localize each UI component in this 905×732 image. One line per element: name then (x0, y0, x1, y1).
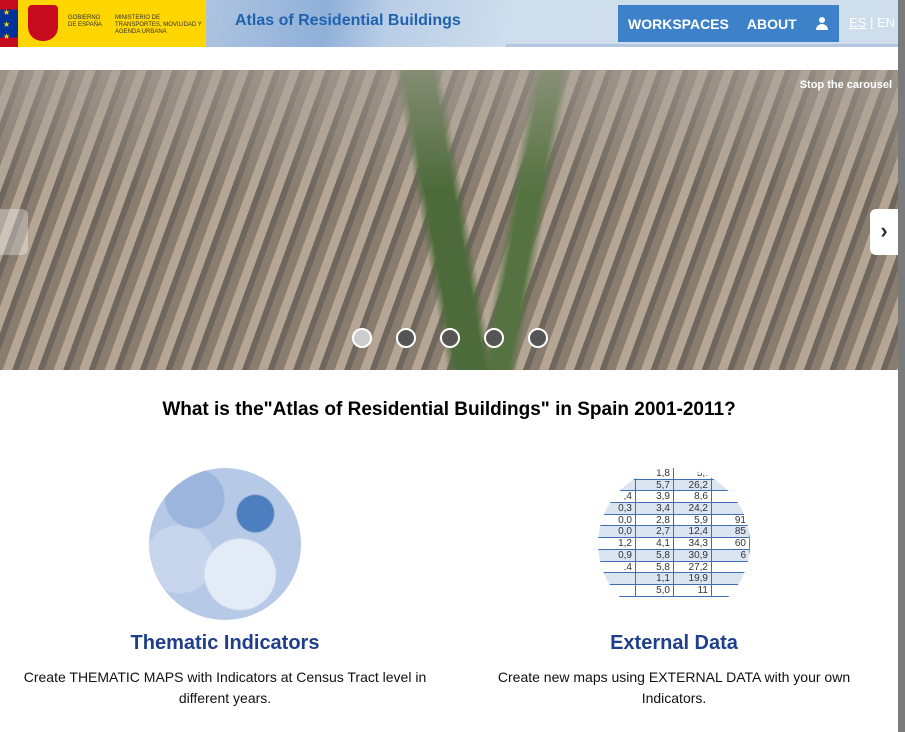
table-cell: ,4 (598, 491, 636, 502)
gov-text: GOBIERNO DE ESPAÑA (68, 15, 102, 28)
table-cell (712, 561, 750, 573)
table-cell: 91 (712, 514, 750, 526)
table-row: 1,8 5,. (598, 468, 750, 480)
lang-separator: | (869, 15, 874, 30)
carousel: Stop the carousel › (0, 70, 898, 370)
table-cell: 0,9 (598, 549, 636, 561)
table-cell: 27,2 (674, 561, 712, 573)
table-cell: 30,9 (674, 549, 712, 561)
stop-carousel-link[interactable]: Stop the carousel (800, 79, 892, 91)
table-cell: 0,3 (598, 503, 636, 514)
table-row: 5,7 26,2 (598, 479, 750, 492)
nav-workspaces[interactable]: WORKSPACES (628, 16, 729, 32)
table-cell (598, 573, 636, 584)
table-cell (712, 584, 750, 596)
table-row: 0,3 3,4 24,2 7 (598, 503, 750, 515)
table-cell: 4,1 (636, 538, 674, 549)
table-cell: 0,0 (598, 526, 636, 537)
table-row: 0,0 2,7 12,4 85 (598, 526, 750, 539)
card-thematic-indicators[interactable]: Thematic Indicators Create THEMATIC MAPS… (0, 468, 450, 709)
card-description: Create THEMATIC MAPS with Indicators at … (23, 669, 427, 706)
table-cell: 5,8 (636, 549, 674, 561)
coat-of-arms-icon (28, 5, 58, 41)
government-logo[interactable]: GOBIERNO DE ESPAÑA MINISTERIO DE TRANSPO… (18, 0, 206, 47)
table-row: 0,0 2,8 5,9 91 (598, 514, 750, 527)
table-cell (712, 573, 750, 584)
table-cell (712, 468, 750, 479)
table-cell: .4 (598, 561, 636, 573)
nav-about[interactable]: ABOUT (747, 16, 797, 32)
page-heading: What is the"Atlas of Residential Buildin… (162, 399, 736, 420)
table-cell: 19,9 (674, 573, 712, 584)
chevron-right-icon: › (880, 218, 888, 243)
table-cell (598, 468, 636, 479)
table-cell: 3,4 (636, 503, 674, 514)
table-cell: 12,4 (674, 526, 712, 537)
table-cell: 24,2 (674, 503, 712, 514)
table-cell: 7 (712, 503, 750, 514)
table-cell (712, 479, 750, 491)
table-cell: 0,0 (598, 514, 636, 526)
card-external-data[interactable]: 1,8 5,. 5,7 26,2,4 3,9 8,6 0,3 3,4 24,2 7 0,0 2,8 5,… (449, 468, 899, 709)
table-cell: 2,8 (636, 514, 674, 526)
table-cell: 1,1 (636, 573, 674, 584)
lang-en[interactable]: EN (877, 15, 895, 30)
carousel-dot-3[interactable] (440, 328, 460, 348)
table-cell: 26,2 (674, 479, 712, 491)
carousel-indicators (352, 328, 548, 348)
scrollbar[interactable] (898, 0, 905, 732)
card-title[interactable]: External Data (449, 632, 899, 655)
carousel-prev-button[interactable] (0, 209, 28, 255)
table-cell: 5,7 (636, 479, 674, 491)
carousel-dot-4[interactable] (484, 328, 504, 348)
table-cell (598, 479, 636, 491)
table-cell: 2,7 (636, 526, 674, 537)
table-cell: 5,. (674, 468, 712, 479)
table-cell: 85 (712, 526, 750, 537)
table-cell (598, 584, 636, 596)
table-cell: 5,8 (636, 561, 674, 573)
card-description: Create new maps using EXTERNAL DATA with… (497, 669, 851, 706)
table-cell: 6 (712, 549, 750, 561)
thematic-map-image[interactable] (149, 468, 301, 620)
user-icon[interactable] (815, 16, 829, 31)
table-cell: 5,9 (674, 514, 712, 526)
table-cell: 34,3 (674, 538, 712, 549)
card-title[interactable]: Thematic Indicators (0, 632, 450, 655)
table-row: 5,0 11 (598, 584, 750, 597)
eu-flag-logo: ★ ★ ★ (0, 0, 18, 47)
table-cell: 3,9 (636, 491, 674, 502)
table-row: 1,2 4,1 34,3 60 (598, 538, 750, 550)
header: ★ ★ ★ GOBIERNO DE ESPAÑA MINISTERIO DE TRA… (0, 0, 898, 47)
carousel-dot-1[interactable] (352, 328, 372, 348)
table-row: 0,9 5,8 30,9 6 (598, 549, 750, 562)
table-row: .4 5,8 27,2 (598, 561, 750, 574)
table-row: 1,1 19,9 (598, 573, 750, 585)
carousel-dot-5[interactable] (528, 328, 548, 348)
table-cell: 11 (674, 584, 712, 596)
table-cell: 60 (712, 538, 750, 549)
external-data-table-image[interactable]: 1,8 5,. 5,7 26,2,4 3,9 8,6 0,3 3,4 24,2 7 0,0 2,8 5,… (598, 468, 750, 620)
language-switcher: ES | EN (849, 15, 895, 30)
carousel-dot-2[interactable] (396, 328, 416, 348)
table-cell: 1,8 (636, 468, 674, 479)
ministry-text: MINISTERIO DE TRANSPORTES, MOVILIDAD Y A… (115, 15, 202, 35)
carousel-next-button[interactable]: › (870, 209, 898, 255)
table-cell: 5,0 (636, 584, 674, 596)
table-cell (712, 491, 750, 503)
lang-es[interactable]: ES (849, 15, 866, 30)
table-row: ,4 3,9 8,6 (598, 491, 750, 504)
table-cell: 1,2 (598, 538, 636, 549)
main-nav: WORKSPACES ABOUT (618, 5, 839, 42)
table-cell: 8,6 (674, 491, 712, 502)
site-title[interactable]: Atlas of Residential Buildings (235, 12, 461, 30)
